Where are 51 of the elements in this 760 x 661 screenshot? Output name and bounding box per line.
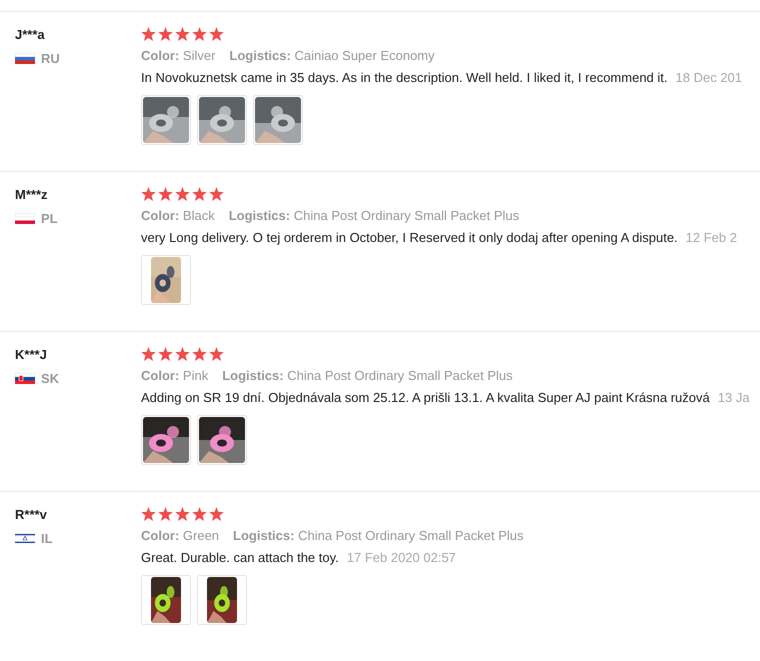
star-icon — [192, 27, 207, 41]
star-icon — [209, 187, 224, 201]
review-text: Great. Durable. can attach the toy. — [141, 550, 339, 565]
country-code: SK — [41, 371, 60, 386]
color-attribute: Color: Silver — [141, 48, 216, 63]
star-icon — [175, 347, 190, 361]
logistics-attribute: Logistics: China Post Ordinary Small Packet Plus — [228, 208, 520, 223]
color-attribute: Color: Pink — [141, 368, 208, 383]
star-icon — [192, 347, 207, 361]
star-icon — [175, 27, 190, 41]
photo-thumbnail[interactable] — [141, 575, 191, 625]
star-icon — [175, 187, 190, 201]
reviewer-name: R***v — [15, 507, 47, 522]
photo-thumbnail[interactable] — [197, 575, 247, 625]
flag-icon — [15, 533, 35, 544]
star-icon — [141, 187, 156, 201]
star-icon — [141, 347, 156, 361]
review-date: 18 Dec 201 — [676, 70, 742, 85]
star-icon — [209, 27, 224, 41]
star-icon — [141, 507, 156, 521]
star-icon — [141, 27, 156, 41]
color-attribute: Color: Black — [141, 208, 215, 223]
country-code: PL — [41, 211, 58, 226]
star-icon — [209, 347, 224, 361]
flag-icon — [15, 373, 35, 384]
review-text: very Long delivery. O tej orderem in October, I Reserved it only dodaj after opening A dispute. — [141, 230, 678, 245]
review-date: 13 Ja — [718, 390, 750, 405]
reviewer-name: J***a — [15, 27, 45, 42]
star-icon — [158, 187, 173, 201]
review-text: In Novokuznetsk came in 35 days. As in the description. Well held. I liked it, I recommend it. — [141, 70, 668, 85]
review-text: Adding on SR 19 dní. Objednávala som 25.12. A prišli 13.1. A kvalita Super AJ paint Krásna ružová — [141, 390, 710, 405]
color-attribute: Color: Green — [141, 528, 220, 543]
logistics-attribute: Logistics: China Post Ordinary Small Packet Plus — [222, 368, 513, 383]
reviewer-name: M***z — [15, 187, 48, 202]
star-icon — [192, 187, 207, 201]
star-icon — [209, 507, 224, 521]
star-icon — [192, 507, 207, 521]
reviewer-name: K***J — [15, 347, 47, 362]
country-code: IL — [41, 531, 53, 546]
star-icon — [158, 347, 173, 361]
flag-icon — [15, 53, 35, 64]
logistics-attribute: Logistics: China Post Ordinary Small Packet Plus — [233, 528, 524, 543]
country-code: RU — [41, 51, 60, 66]
flag-icon — [15, 213, 35, 224]
review-date: 17 Feb 2020 02:57 — [346, 550, 456, 565]
photo-thumbnail[interactable] — [141, 255, 191, 305]
logistics-attribute: Logistics: Cainiao Super Economy — [229, 48, 435, 63]
review-date: 12 Feb 2 — [686, 230, 737, 245]
star-icon — [158, 27, 173, 41]
star-icon — [158, 507, 173, 521]
star-icon — [175, 507, 190, 521]
